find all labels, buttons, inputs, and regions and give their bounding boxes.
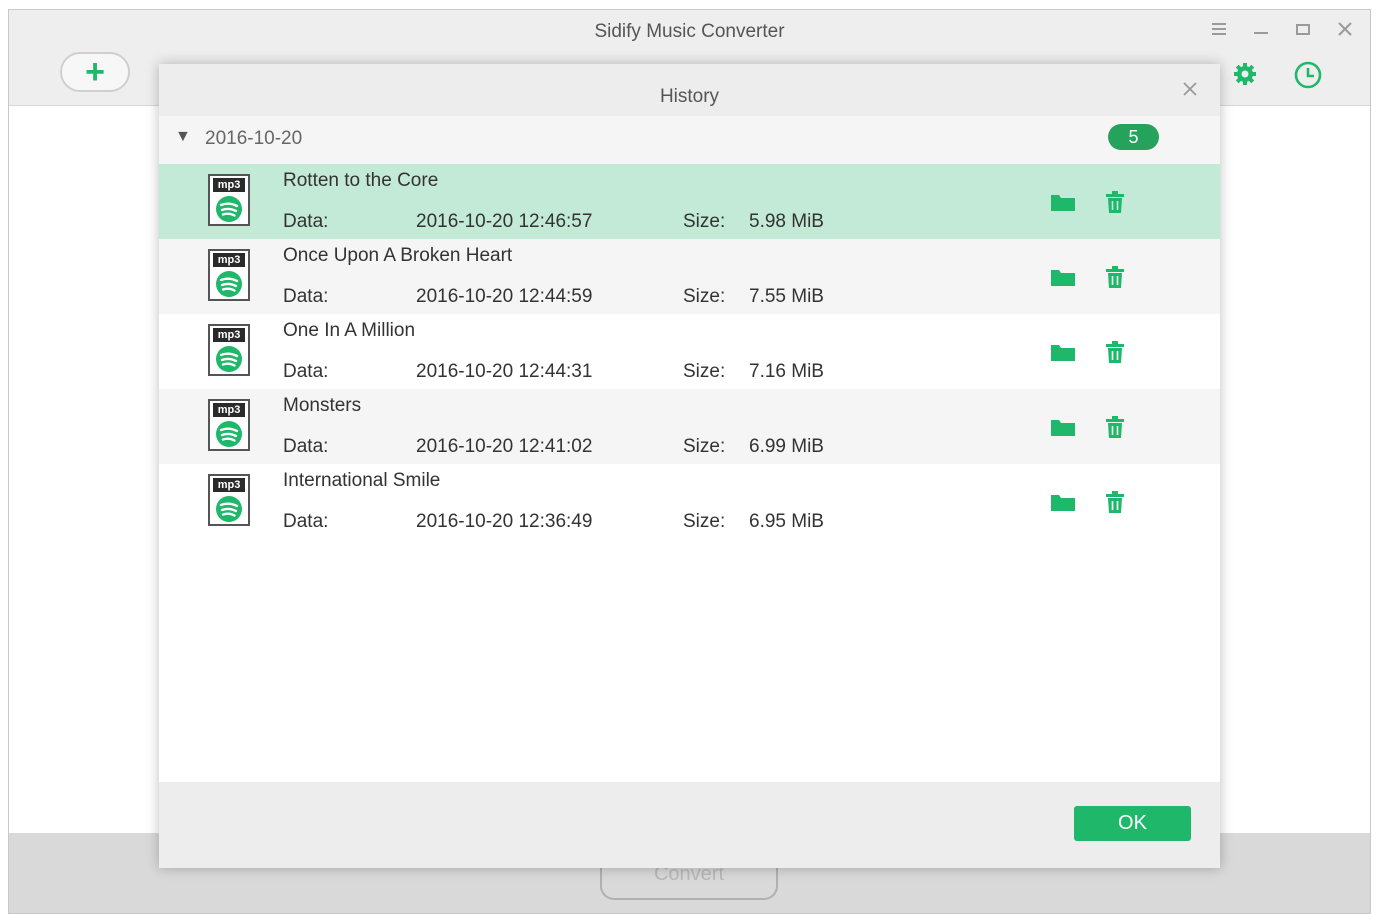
history-group-header[interactable]: ▼ 2016-10-20 5 (159, 116, 1220, 164)
trash-icon[interactable] (1105, 416, 1125, 438)
dialog-footer: OK (159, 782, 1220, 868)
dialog-header: History (159, 64, 1220, 116)
item-title: Rotten to the Core (283, 170, 439, 191)
size-label: Size: (683, 361, 726, 382)
mp3-file-icon: mp3 (208, 474, 250, 526)
settings-gear-icon[interactable] (1231, 60, 1261, 90)
size-value: 6.95 MiB (749, 511, 824, 532)
size-value: 5.98 MiB (749, 211, 824, 232)
size-label: Size: (683, 511, 726, 532)
date-value: 2016-10-20 12:46:57 (416, 211, 593, 232)
file-tag: mp3 (213, 328, 245, 342)
history-item[interactable]: mp3 Rotten to the Core Data: 2016-10-20 … (159, 164, 1220, 239)
date-value: 2016-10-20 12:44:31 (416, 361, 593, 382)
menu-icon[interactable] (1208, 20, 1230, 42)
date-label: Data: (283, 436, 329, 457)
spotify-icon (216, 271, 242, 297)
folder-icon[interactable] (1050, 342, 1076, 362)
spotify-icon (216, 496, 242, 522)
dialog-close-icon[interactable] (1178, 78, 1202, 102)
mp3-file-icon: mp3 (208, 174, 250, 226)
mp3-file-icon: mp3 (208, 249, 250, 301)
date-value: 2016-10-20 12:41:02 (416, 436, 593, 457)
history-item[interactable]: mp3 International Smile Data: 2016-10-20… (159, 464, 1220, 539)
spotify-icon (216, 346, 242, 372)
date-label: Data: (283, 211, 329, 232)
trash-icon[interactable] (1105, 491, 1125, 513)
history-dialog: History ▼ 2016-10-20 5 mp3 Rotten to the… (159, 64, 1220, 868)
file-tag: mp3 (213, 178, 245, 192)
history-item[interactable]: mp3 Monsters Data: 2016-10-20 12:41:02 S… (159, 389, 1220, 464)
folder-icon[interactable] (1050, 267, 1076, 287)
date-value: 2016-10-20 12:44:59 (416, 286, 593, 307)
collapse-triangle-icon[interactable]: ▼ (175, 128, 191, 146)
size-label: Size: (683, 436, 726, 457)
date-label: Data: (283, 511, 329, 532)
history-list: mp3 Rotten to the Core Data: 2016-10-20 … (159, 164, 1220, 539)
item-title: Once Upon A Broken Heart (283, 245, 513, 266)
history-clock-icon[interactable] (1293, 60, 1323, 90)
folder-icon[interactable] (1050, 492, 1076, 512)
trash-icon[interactable] (1105, 266, 1125, 288)
trash-icon[interactable] (1105, 341, 1125, 363)
file-tag: mp3 (213, 478, 245, 492)
plus-icon: + (85, 53, 105, 91)
window-controls (1208, 20, 1356, 42)
folder-icon[interactable] (1050, 192, 1076, 212)
spotify-icon (216, 421, 242, 447)
spotify-icon (216, 196, 242, 222)
item-title: One In A Million (283, 320, 416, 341)
app-title: Sidify Music Converter (594, 21, 785, 42)
maximize-icon[interactable] (1292, 20, 1314, 42)
ok-button[interactable]: OK (1074, 806, 1191, 841)
mp3-file-icon: mp3 (208, 324, 250, 376)
file-tag: mp3 (213, 253, 245, 267)
size-value: 7.55 MiB (749, 286, 824, 307)
file-tag: mp3 (213, 403, 245, 417)
add-button[interactable]: + (60, 52, 130, 92)
dialog-title: History (659, 86, 720, 107)
trash-icon[interactable] (1105, 191, 1125, 213)
item-title: International Smile (283, 470, 441, 491)
history-item[interactable]: mp3 One In A Million Data: 2016-10-20 12… (159, 314, 1220, 389)
item-title: Monsters (283, 395, 362, 416)
mp3-file-icon: mp3 (208, 399, 250, 451)
minimize-icon[interactable] (1250, 20, 1272, 42)
size-value: 7.16 MiB (749, 361, 824, 382)
group-date: 2016-10-20 (205, 128, 303, 149)
date-label: Data: (283, 286, 329, 307)
size-value: 6.99 MiB (749, 436, 824, 457)
count-badge: 5 (1108, 124, 1159, 150)
folder-icon[interactable] (1050, 417, 1076, 437)
date-label: Data: (283, 361, 329, 382)
size-label: Size: (683, 286, 726, 307)
close-icon[interactable] (1334, 20, 1356, 42)
history-item[interactable]: mp3 Once Upon A Broken Heart Data: 2016-… (159, 239, 1220, 314)
date-value: 2016-10-20 12:36:49 (416, 511, 593, 532)
size-label: Size: (683, 211, 726, 232)
